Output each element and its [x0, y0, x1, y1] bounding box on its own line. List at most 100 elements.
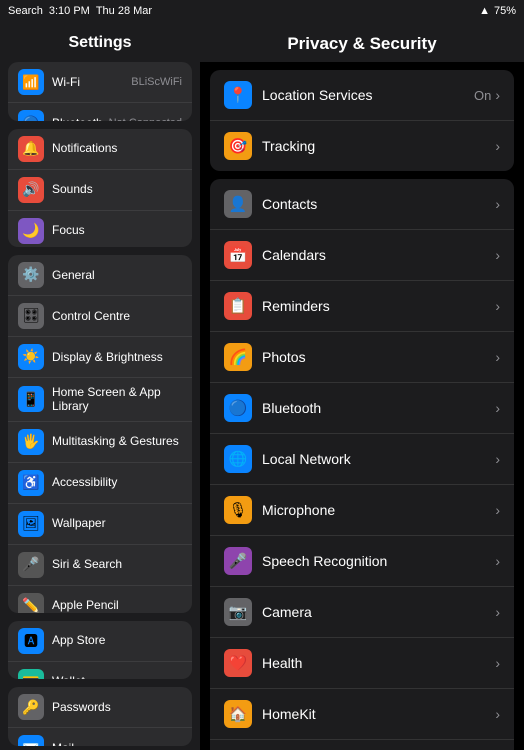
sidebar-item-wallet[interactable]: 💳 Wallet — [8, 662, 192, 680]
sidebar-item-focus[interactable]: 🌙 Focus — [8, 211, 192, 247]
app-store-label: App Store — [52, 633, 182, 647]
detail-item-contacts[interactable]: 👤 Contacts › — [210, 179, 514, 230]
detail-item-homekit[interactable]: 🏠 HomeKit › — [210, 689, 514, 740]
detail-group-top: 📍 Location Services On › 🎯 Tracking › — [210, 70, 514, 171]
sidebar-item-app-store[interactable]: 🅰 App Store — [8, 621, 192, 662]
passwords-icon: 🔑 — [18, 694, 44, 720]
chevron-icon: › — [495, 502, 500, 518]
detail-item-calendars[interactable]: 📅 Calendars › — [210, 230, 514, 281]
sidebar-item-home-screen[interactable]: 📱 Home Screen & App Library — [8, 378, 192, 422]
wifi-value: BLiScWiFi — [131, 76, 182, 88]
sidebar-item-display-brightness[interactable]: ☀️ Display & Brightness — [8, 337, 192, 378]
homekit-label: HomeKit — [262, 706, 495, 722]
local-network-icon: 🌐 — [224, 445, 252, 473]
calendars-icon: 📅 — [224, 241, 252, 269]
display-brightness-icon: ☀️ — [18, 344, 44, 370]
control-centre-label: Control Centre — [52, 309, 182, 323]
calendars-label: Calendars — [262, 247, 495, 263]
apple-pencil-label: Apple Pencil — [52, 598, 182, 612]
wifi-icon: ▲ — [479, 5, 490, 17]
photos-label: Photos — [262, 349, 495, 365]
battery-indicator: 75% — [494, 5, 516, 17]
location-services-label: Location Services — [262, 87, 474, 103]
home-screen-icon: 📱 — [18, 386, 44, 412]
detail-item-speech-recognition[interactable]: 🎤 Speech Recognition › — [210, 536, 514, 587]
focus-icon: 🌙 — [18, 218, 44, 244]
sidebar-item-siri-search[interactable]: 🎤 Siri & Search — [8, 545, 192, 586]
camera-label: Camera — [262, 604, 495, 620]
detail-item-reminders[interactable]: 📋 Reminders › — [210, 281, 514, 332]
contacts-icon: 👤 — [224, 190, 252, 218]
bluetooth-icon: 🔵 — [18, 110, 44, 121]
chevron-icon: › — [495, 451, 500, 467]
siri-search-label: Siri & Search — [52, 557, 182, 571]
detail-item-health[interactable]: ❤️ Health › — [210, 638, 514, 689]
chevron-icon: › — [495, 706, 500, 722]
detail-item-photos[interactable]: 🌈 Photos › — [210, 332, 514, 383]
detail-item-camera[interactable]: 📷 Camera › — [210, 587, 514, 638]
date: Thu 28 Mar — [96, 5, 152, 17]
tracking-label: Tracking — [262, 138, 495, 154]
chevron-icon: › — [495, 196, 500, 212]
siri-search-icon: 🎤 — [18, 552, 44, 578]
tracking-icon: 🎯 — [224, 132, 252, 160]
sidebar-item-control-centre[interactable]: 🎛 Control Centre — [8, 296, 192, 337]
chevron-icon: › — [495, 247, 500, 263]
chevron-icon: › — [495, 553, 500, 569]
sidebar-item-general[interactable]: ⚙️ General — [8, 255, 192, 296]
detail-item-bluetooth[interactable]: 🔵 Bluetooth › — [210, 383, 514, 434]
chevron-icon: › — [495, 87, 500, 103]
camera-icon: 📷 — [224, 598, 252, 626]
bluetooth-value: Not Connected — [109, 117, 182, 121]
detail-item-local-network[interactable]: 🌐 Local Network › — [210, 434, 514, 485]
reminders-icon: 📋 — [224, 292, 252, 320]
speech-recognition-icon: 🎤 — [224, 547, 252, 575]
microphone-icon: 🎙 — [224, 496, 252, 524]
chevron-icon: › — [495, 298, 500, 314]
mail-label: Mail — [52, 741, 182, 746]
detail-item-microphone[interactable]: 🎙 Microphone › — [210, 485, 514, 536]
sidebar-group-connectivity: 📶 Wi-Fi BLiScWiFi 🔵 Bluetooth Not Connec… — [8, 62, 192, 121]
chevron-icon: › — [495, 655, 500, 671]
status-right: ▲ 75% — [479, 5, 516, 17]
app-store-icon: 🅰 — [18, 628, 44, 654]
mail-icon: ✉️ — [18, 735, 44, 746]
focus-label: Focus — [52, 223, 182, 237]
notifications-label: Notifications — [52, 141, 182, 155]
detail-item-location-services[interactable]: 📍 Location Services On › — [210, 70, 514, 121]
sidebar-item-accessibility[interactable]: ♿ Accessibility — [8, 463, 192, 504]
sidebar-item-sounds[interactable]: 🔊 Sounds — [8, 170, 192, 211]
sidebar-item-mail[interactable]: ✉️ Mail — [8, 728, 192, 746]
sidebar-item-wifi[interactable]: 📶 Wi-Fi BLiScWiFi — [8, 62, 192, 103]
sidebar-item-apple-pencil[interactable]: ✏️ Apple Pencil — [8, 586, 192, 613]
detail-group-main: 👤 Contacts › 📅 Calendars › 📋 Reminders ›… — [210, 179, 514, 750]
time: 3:10 PM — [49, 5, 90, 17]
sidebar-item-passwords[interactable]: 🔑 Passwords — [8, 687, 192, 728]
bluetooth-detail-icon: 🔵 — [224, 394, 252, 422]
health-icon: ❤️ — [224, 649, 252, 677]
sidebar-item-wallpaper[interactable]: 🖼 Wallpaper — [8, 504, 192, 545]
detail-title: Privacy & Security — [200, 22, 524, 62]
sidebar-item-bluetooth[interactable]: 🔵 Bluetooth Not Connected — [8, 103, 192, 121]
sidebar-item-notifications[interactable]: 🔔 Notifications — [8, 129, 192, 170]
main-layout: Settings 📶 Wi-Fi BLiScWiFi 🔵 Bluetooth N… — [0, 22, 524, 750]
accessibility-icon: ♿ — [18, 470, 44, 496]
speech-recognition-label: Speech Recognition — [262, 553, 495, 569]
health-label: Health — [262, 655, 495, 671]
general-label: General — [52, 268, 182, 282]
sidebar-group-4: 🔑 Passwords ✉️ Mail — [8, 687, 192, 746]
apple-pencil-icon: ✏️ — [18, 593, 44, 613]
detail-item-wallet-detail[interactable]: 💳 Wallet › — [210, 740, 514, 750]
status-bar: Search 3:10 PM Thu 28 Mar ▲ 75% — [0, 0, 524, 22]
notifications-icon: 🔔 — [18, 136, 44, 162]
wallpaper-label: Wallpaper — [52, 516, 182, 530]
wallpaper-icon: 🖼 — [18, 511, 44, 537]
detail-panel: Privacy & Security 📍 Location Services O… — [200, 22, 524, 750]
search-label: Search — [8, 5, 43, 17]
general-icon: ⚙️ — [18, 262, 44, 288]
microphone-label: Microphone — [262, 502, 495, 518]
accessibility-label: Accessibility — [52, 475, 182, 489]
detail-item-tracking[interactable]: 🎯 Tracking › — [210, 121, 514, 171]
display-brightness-label: Display & Brightness — [52, 350, 182, 364]
sidebar-item-multitasking[interactable]: 🖐 Multitasking & Gestures — [8, 422, 192, 463]
